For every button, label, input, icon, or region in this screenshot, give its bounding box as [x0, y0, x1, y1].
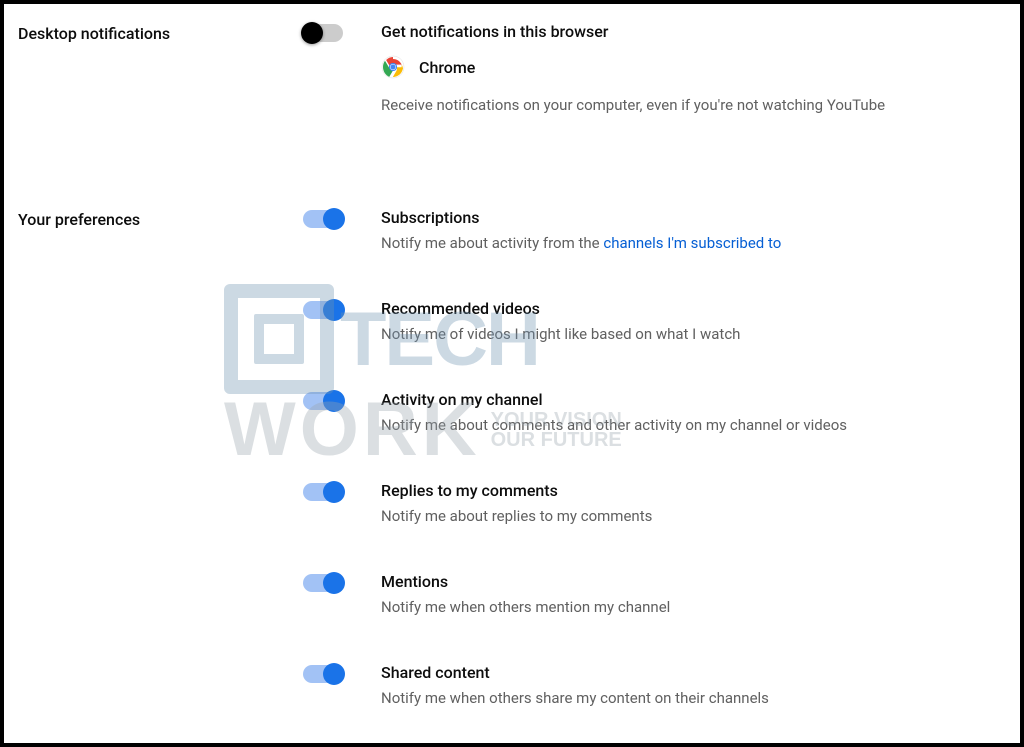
row-body: Replies to my comments Notify me about r… [381, 481, 1006, 527]
toggle-knob [323, 299, 345, 321]
row-browser-notifications: Get notifications in this browser [303, 22, 1006, 116]
toggle-subscriptions[interactable] [303, 210, 343, 228]
row-desc: Notify me about comments and other activ… [381, 415, 1006, 436]
row-title: Activity on my channel [381, 390, 1006, 409]
toggle-activity-channel[interactable] [303, 392, 343, 410]
row-desc: Notify me when others share my content o… [381, 688, 1006, 709]
row-mentions: Mentions Notify me when others mention m… [303, 572, 1006, 618]
settings-panel: Desktop notifications Get notifications … [0, 0, 1024, 747]
row-body: Recommended videos Notify me of videos I… [381, 299, 1006, 345]
toggle-recommended-videos[interactable] [303, 301, 343, 319]
browser-name: Chrome [419, 58, 475, 77]
section-label-desktop: Desktop notifications [18, 22, 303, 43]
toggle-browser-notifications[interactable] [303, 24, 343, 42]
row-activity-channel: Activity on my channel Notify me about c… [303, 390, 1006, 436]
toggle-knob [301, 22, 323, 44]
section-your-preferences: Your preferences Subscriptions Notify me… [18, 208, 1006, 709]
section-desktop-notifications: Desktop notifications Get notifications … [18, 22, 1006, 116]
row-title: Shared content [381, 663, 1006, 682]
row-replies-comments: Replies to my comments Notify me about r… [303, 481, 1006, 527]
row-recommended-videos: Recommended videos Notify me of videos I… [303, 299, 1006, 345]
row-title: Recommended videos [381, 299, 1006, 318]
desc-text: Notify me about activity from the [381, 234, 603, 252]
row-shared-content: Shared content Notify me when others sha… [303, 663, 1006, 709]
row-desc-browser: Receive notifications on your computer, … [381, 95, 1006, 116]
toggle-shared-content[interactable] [303, 665, 343, 683]
toggle-knob [323, 208, 345, 230]
row-desc: Notify me about activity from the channe… [381, 233, 1006, 254]
section-label-prefs: Your preferences [18, 208, 303, 229]
row-body: Activity on my channel Notify me about c… [381, 390, 1006, 436]
row-body: Get notifications in this browser [381, 22, 1006, 116]
toggle-knob [323, 390, 345, 412]
row-title-browser: Get notifications in this browser [381, 22, 1006, 41]
row-desc: Notify me about replies to my comments [381, 506, 1006, 527]
row-title: Subscriptions [381, 208, 1006, 227]
toggle-replies-comments[interactable] [303, 483, 343, 501]
toggle-knob [323, 663, 345, 685]
row-title: Replies to my comments [381, 481, 1006, 500]
browser-line: Chrome [381, 55, 1006, 79]
row-body: Mentions Notify me when others mention m… [381, 572, 1006, 618]
section-content-prefs: Subscriptions Notify me about activity f… [303, 208, 1006, 709]
section-content-desktop: Get notifications in this browser [303, 22, 1006, 116]
row-subscriptions: Subscriptions Notify me about activity f… [303, 208, 1006, 254]
toggle-mentions[interactable] [303, 574, 343, 592]
toggle-knob [323, 481, 345, 503]
chrome-icon [381, 55, 405, 79]
toggle-knob [323, 572, 345, 594]
channels-subscribed-link[interactable]: channels I'm subscribed to [603, 234, 781, 252]
row-title: Mentions [381, 572, 1006, 591]
row-body: Subscriptions Notify me about activity f… [381, 208, 1006, 254]
row-desc: Notify me of videos I might like based o… [381, 324, 1006, 345]
row-body: Shared content Notify me when others sha… [381, 663, 1006, 709]
row-desc: Notify me when others mention my channel [381, 597, 1006, 618]
